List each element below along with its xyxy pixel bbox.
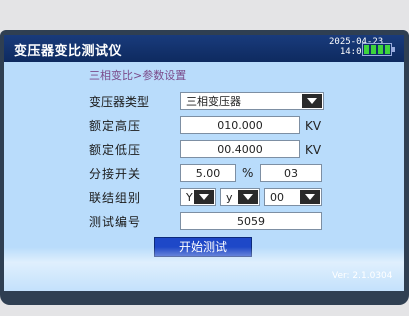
clock-number-value: 00 [270, 191, 284, 204]
rated-low-unit: KV [305, 143, 322, 157]
chevron-down-icon[interactable] [194, 190, 214, 204]
hv-connection-select[interactable]: Y [180, 188, 216, 206]
test-number-input[interactable]: 5059 [180, 212, 322, 230]
transformer-type-value: 三相变压器 [186, 95, 241, 108]
version-text: Ver: 2.1.0304 [332, 271, 393, 281]
breadcrumb: 三相变比>参数设置 [89, 67, 186, 83]
tap-percent-unit: % [242, 166, 254, 180]
chevron-down-icon[interactable] [302, 94, 322, 108]
chevron-down-icon[interactable] [300, 190, 320, 204]
app-title: 变压器变比测试仪 [14, 44, 123, 59]
battery-segment [364, 45, 369, 54]
rated-high-unit: KV [305, 119, 322, 133]
breadcrumb-separator: > [133, 69, 143, 82]
tap-percent-input[interactable]: 5.00 [180, 164, 236, 182]
battery-icon [362, 43, 395, 56]
lv-connection-value: y [226, 191, 233, 204]
lcd-screen: 变压器变比测试仪 2025-04-23 14:09:57 三相变比>参数设置 变… [4, 35, 404, 291]
lv-connection-select[interactable]: y [220, 188, 260, 206]
battery-segment [371, 45, 376, 54]
title-bar: 变压器变比测试仪 2025-04-23 14:09:57 [4, 35, 404, 62]
battery-terminal [392, 47, 395, 52]
breadcrumb-parent[interactable]: 三相变比 [89, 69, 133, 82]
rated-high-label: 额定高压 [89, 119, 142, 133]
battery-segment [378, 45, 383, 54]
rated-high-input[interactable]: 010.000 [180, 116, 300, 134]
rated-low-input[interactable]: 00.4000 [180, 140, 300, 158]
clock-number-select[interactable]: 00 [264, 188, 322, 206]
tap-position-input[interactable]: 03 [260, 164, 322, 182]
transformer-type-select[interactable]: 三相变压器 [180, 92, 324, 110]
battery-segment [385, 45, 390, 54]
test-number-label: 测试编号 [89, 215, 142, 229]
start-test-button[interactable]: 开始测试 [154, 237, 252, 257]
breadcrumb-current: 参数设置 [142, 69, 187, 82]
chevron-down-icon[interactable] [238, 190, 258, 204]
hv-connection-value: Y [186, 191, 193, 204]
device-body: 变压器变比测试仪 2025-04-23 14:09:57 三相变比>参数设置 变… [0, 0, 409, 316]
transformer-type-label: 变压器类型 [89, 95, 150, 109]
rated-low-label: 额定低压 [89, 143, 142, 157]
tap-changer-label: 分接开关 [89, 167, 142, 181]
vector-group-label: 联结组别 [89, 191, 142, 205]
